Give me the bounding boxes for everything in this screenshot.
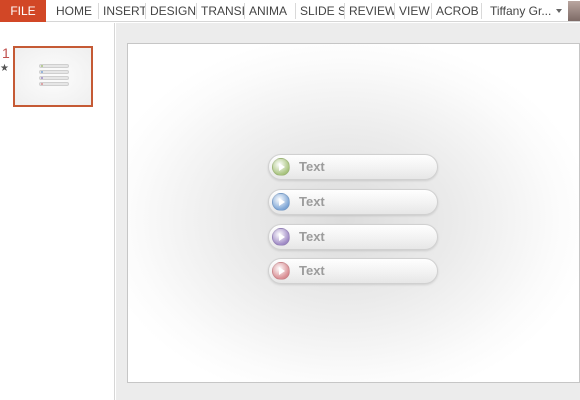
thumbnail-preview-row bbox=[39, 64, 69, 68]
thumbnail-dot bbox=[41, 77, 43, 79]
arrow-bullet-icon bbox=[272, 193, 290, 211]
list-item-label[interactable]: Text bbox=[299, 194, 325, 209]
thumbnail-preview-row bbox=[39, 70, 69, 74]
tab-animations[interactable]: ANIMA bbox=[245, 0, 295, 22]
chevron-down-icon[interactable] bbox=[556, 9, 562, 13]
tab-transitions[interactable]: TRANSI bbox=[197, 0, 244, 22]
list-item[interactable]: Text bbox=[268, 189, 438, 215]
tab-design[interactable]: DESIGN bbox=[146, 0, 196, 22]
slide-thumbnail-1[interactable] bbox=[13, 46, 93, 107]
thumbnail-dot bbox=[41, 83, 43, 85]
slide-thumbnail-pane: 1 ★ bbox=[0, 23, 115, 400]
list-item-label[interactable]: Text bbox=[299, 263, 325, 278]
tab-view[interactable]: VIEW bbox=[395, 0, 431, 22]
list-item[interactable]: Text bbox=[268, 224, 438, 250]
thumbnail-preview-row bbox=[39, 82, 69, 86]
thumbnail-dot bbox=[41, 65, 43, 67]
slide-canvas[interactable]: Text Text Text Text bbox=[127, 43, 580, 383]
list-item[interactable]: Text bbox=[268, 154, 438, 180]
arrow-bullet-icon bbox=[272, 228, 290, 246]
thumbnail-preview-list bbox=[39, 64, 69, 88]
slide-editor-area: Text Text Text Text bbox=[116, 23, 580, 400]
tab-review[interactable]: REVIEW bbox=[345, 0, 394, 22]
ribbon-tab-bar: FILE HOME INSERT DESIGN TRANSI ANIMA SLI… bbox=[0, 0, 580, 22]
list-item-label[interactable]: Text bbox=[299, 159, 325, 174]
thumbnail-preview-row bbox=[39, 76, 69, 80]
tab-divider bbox=[481, 3, 482, 19]
thumbnail-dot bbox=[41, 71, 43, 73]
arrow-bullet-icon bbox=[272, 158, 290, 176]
tab-file[interactable]: FILE bbox=[0, 0, 46, 22]
avatar[interactable] bbox=[568, 1, 580, 21]
list-item[interactable]: Text bbox=[268, 258, 438, 284]
slide-number: 1 bbox=[2, 45, 10, 61]
tab-slide-show[interactable]: SLIDE S bbox=[296, 0, 344, 22]
tab-acrobat[interactable]: ACROB bbox=[432, 0, 480, 22]
arrow-bullet-icon bbox=[272, 262, 290, 280]
transition-star-icon: ★ bbox=[0, 63, 9, 74]
tab-home[interactable]: HOME bbox=[52, 0, 98, 22]
user-account-name[interactable]: Tiffany Gr... bbox=[490, 0, 551, 22]
list-item-label[interactable]: Text bbox=[299, 229, 325, 244]
tab-insert[interactable]: INSERT bbox=[99, 0, 145, 22]
